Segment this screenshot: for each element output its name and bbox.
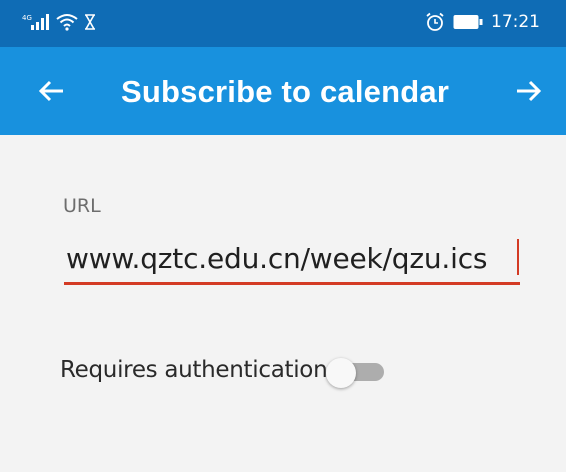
auth-toggle-label: Requires authentication (60, 357, 328, 383)
url-input-value[interactable]: www.qztc.edu.cn/week/qzu.ics (66, 242, 487, 275)
app-bar: Subscribe to calendar (0, 47, 566, 135)
arrow-right-icon[interactable] (512, 75, 544, 107)
signal-icon: 4G (22, 14, 49, 30)
arrow-left-icon[interactable] (36, 75, 68, 107)
url-input[interactable]: www.qztc.edu.cn/week/qzu.ics (64, 235, 520, 287)
status-right-icons: 17:21 (425, 10, 540, 34)
text-caret (517, 239, 519, 275)
url-label: URL (63, 195, 101, 217)
auth-toggle[interactable] (326, 358, 384, 388)
url-input-underline (64, 282, 520, 285)
page-title: Subscribe to calendar (121, 74, 450, 109)
network-type-label: 4G (22, 14, 32, 22)
alarm-icon (426, 12, 444, 31)
status-left-icons: 4G (22, 10, 96, 34)
auth-toggle-thumb[interactable] (326, 358, 356, 388)
status-time: 17:21 (491, 12, 540, 32)
hourglass-icon (85, 14, 95, 30)
wifi-icon (56, 14, 78, 31)
status-bar: 4G 17:21 (0, 0, 566, 47)
battery-icon (453, 15, 483, 29)
